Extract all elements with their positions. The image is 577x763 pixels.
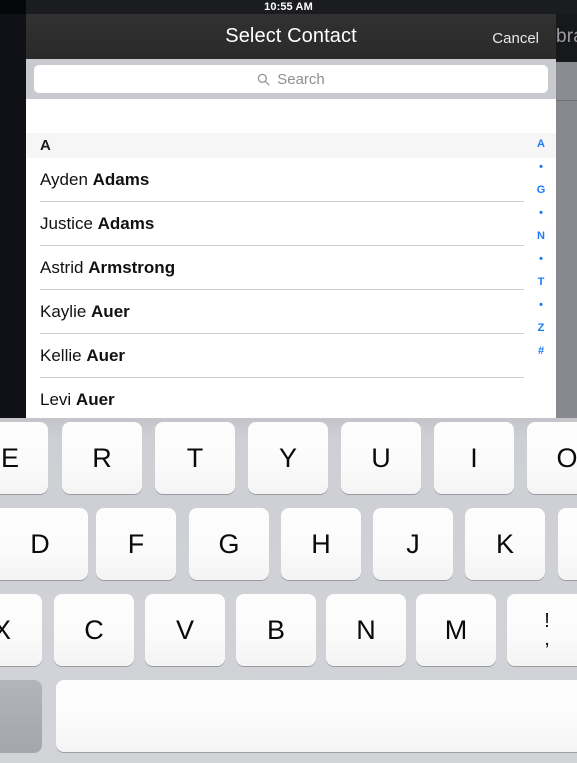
contact-first-name: Astrid bbox=[40, 258, 89, 277]
contact-last-name: Auer bbox=[75, 390, 115, 409]
table-row[interactable]: Kellie Auer bbox=[26, 334, 556, 378]
key-o[interactable]: O bbox=[527, 422, 577, 494]
index-item-dot[interactable]: • bbox=[526, 294, 556, 317]
key-r[interactable]: R bbox=[62, 422, 142, 494]
key-g[interactable]: G bbox=[189, 508, 269, 580]
key-y[interactable]: Y bbox=[248, 422, 328, 494]
contact-last-name: Adams bbox=[97, 214, 155, 233]
contact-name: Astrid Armstrong bbox=[40, 258, 175, 278]
modal-title: Select Contact bbox=[225, 25, 357, 47]
index-item-dot[interactable]: • bbox=[526, 248, 556, 271]
contact-name: Kaylie Auer bbox=[40, 302, 130, 322]
list-top-spacer bbox=[26, 99, 556, 133]
keyboard-row-1: E R T Y U I O bbox=[0, 422, 577, 494]
index-item[interactable]: Z bbox=[526, 317, 556, 340]
section-header-a: A bbox=[26, 133, 556, 158]
search-icon bbox=[257, 73, 270, 86]
table-row[interactable]: Kaylie Auer bbox=[26, 290, 556, 334]
screen: bra 10:55 AM Select Contact Cancel Sea bbox=[0, 0, 577, 763]
contact-first-name: Kellie bbox=[40, 346, 87, 365]
alphabet-index-strip[interactable]: A • G • N • T • Z # bbox=[526, 133, 556, 363]
contact-first-name: Kaylie bbox=[40, 302, 92, 321]
key-e[interactable]: E bbox=[0, 422, 48, 494]
contact-name: Kellie Auer bbox=[40, 346, 125, 366]
key-x[interactable]: X bbox=[0, 594, 42, 666]
contact-last-name: Adams bbox=[92, 170, 150, 189]
key-f[interactable]: F bbox=[96, 508, 176, 580]
index-item[interactable]: A bbox=[526, 133, 556, 156]
key-t[interactable]: T bbox=[155, 422, 235, 494]
status-bar-clock: 10:55 AM bbox=[264, 1, 313, 13]
select-contact-modal: Select Contact Cancel Search A Ayden Ada… bbox=[26, 14, 556, 418]
key-c[interactable]: C bbox=[54, 594, 134, 666]
background-partial-text: bra bbox=[556, 26, 577, 47]
search-input[interactable]: Search bbox=[34, 65, 548, 93]
key-l[interactable] bbox=[558, 508, 577, 580]
table-row[interactable]: Justice Adams bbox=[26, 202, 556, 246]
key-v[interactable]: V bbox=[145, 594, 225, 666]
search-bar: Search bbox=[26, 59, 556, 99]
key-h[interactable]: H bbox=[281, 508, 361, 580]
contact-last-name: Auer bbox=[91, 302, 130, 321]
index-item-dot[interactable]: • bbox=[526, 156, 556, 179]
key-k[interactable]: K bbox=[465, 508, 545, 580]
contact-last-name: Armstrong bbox=[88, 258, 176, 277]
key-n[interactable]: N bbox=[326, 594, 406, 666]
key-space[interactable] bbox=[56, 680, 577, 752]
contact-first-name: Levi bbox=[40, 390, 76, 409]
onscreen-keyboard: E R T Y U I O D F G H J K X C V B N M ! bbox=[0, 418, 577, 763]
key-m[interactable]: M bbox=[416, 594, 496, 666]
key-j[interactable]: J bbox=[373, 508, 453, 580]
index-item[interactable]: T bbox=[526, 271, 556, 294]
search-placeholder: Search bbox=[277, 70, 325, 88]
contact-last-name: Auer bbox=[86, 346, 126, 365]
cancel-button[interactable]: Cancel bbox=[492, 30, 539, 47]
modal-navbar: Select Contact Cancel bbox=[26, 14, 556, 59]
table-row[interactable]: Ayden Adams bbox=[26, 158, 556, 202]
key-comma-label: , bbox=[544, 627, 550, 650]
key-i[interactable]: I bbox=[434, 422, 514, 494]
keyboard-row-3: X C V B N M ! , bbox=[0, 594, 577, 666]
keyboard-row-4 bbox=[0, 680, 577, 752]
index-item-hash[interactable]: # bbox=[526, 340, 556, 363]
background-right-dim-lower bbox=[556, 100, 577, 419]
key-d[interactable]: D bbox=[0, 508, 88, 580]
contact-list: A Ayden Adams Justice Adams Astrid Armst… bbox=[26, 99, 556, 418]
status-bar: 10:55 AM bbox=[0, 0, 577, 14]
keyboard-row-2: D F G H J K bbox=[0, 508, 577, 580]
index-item-dot[interactable]: • bbox=[526, 202, 556, 225]
index-item[interactable]: G bbox=[526, 179, 556, 202]
table-row[interactable]: Astrid Armstrong bbox=[26, 246, 556, 290]
contact-name: Ayden Adams bbox=[40, 170, 149, 190]
key-exclamation-comma[interactable]: ! , bbox=[507, 594, 577, 666]
key-modifier-left[interactable] bbox=[0, 680, 42, 752]
contact-first-name: Justice bbox=[40, 214, 98, 233]
key-exclamation-label: ! bbox=[544, 609, 550, 632]
index-item[interactable]: N bbox=[526, 225, 556, 248]
table-row[interactable]: Levi Auer bbox=[26, 378, 556, 418]
key-u[interactable]: U bbox=[341, 422, 421, 494]
contact-name: Justice Adams bbox=[40, 214, 154, 234]
contact-first-name: Ayden bbox=[40, 170, 93, 189]
key-b[interactable]: B bbox=[236, 594, 316, 666]
background-left-strip bbox=[0, 0, 26, 418]
contact-name: Levi Auer bbox=[40, 390, 115, 410]
